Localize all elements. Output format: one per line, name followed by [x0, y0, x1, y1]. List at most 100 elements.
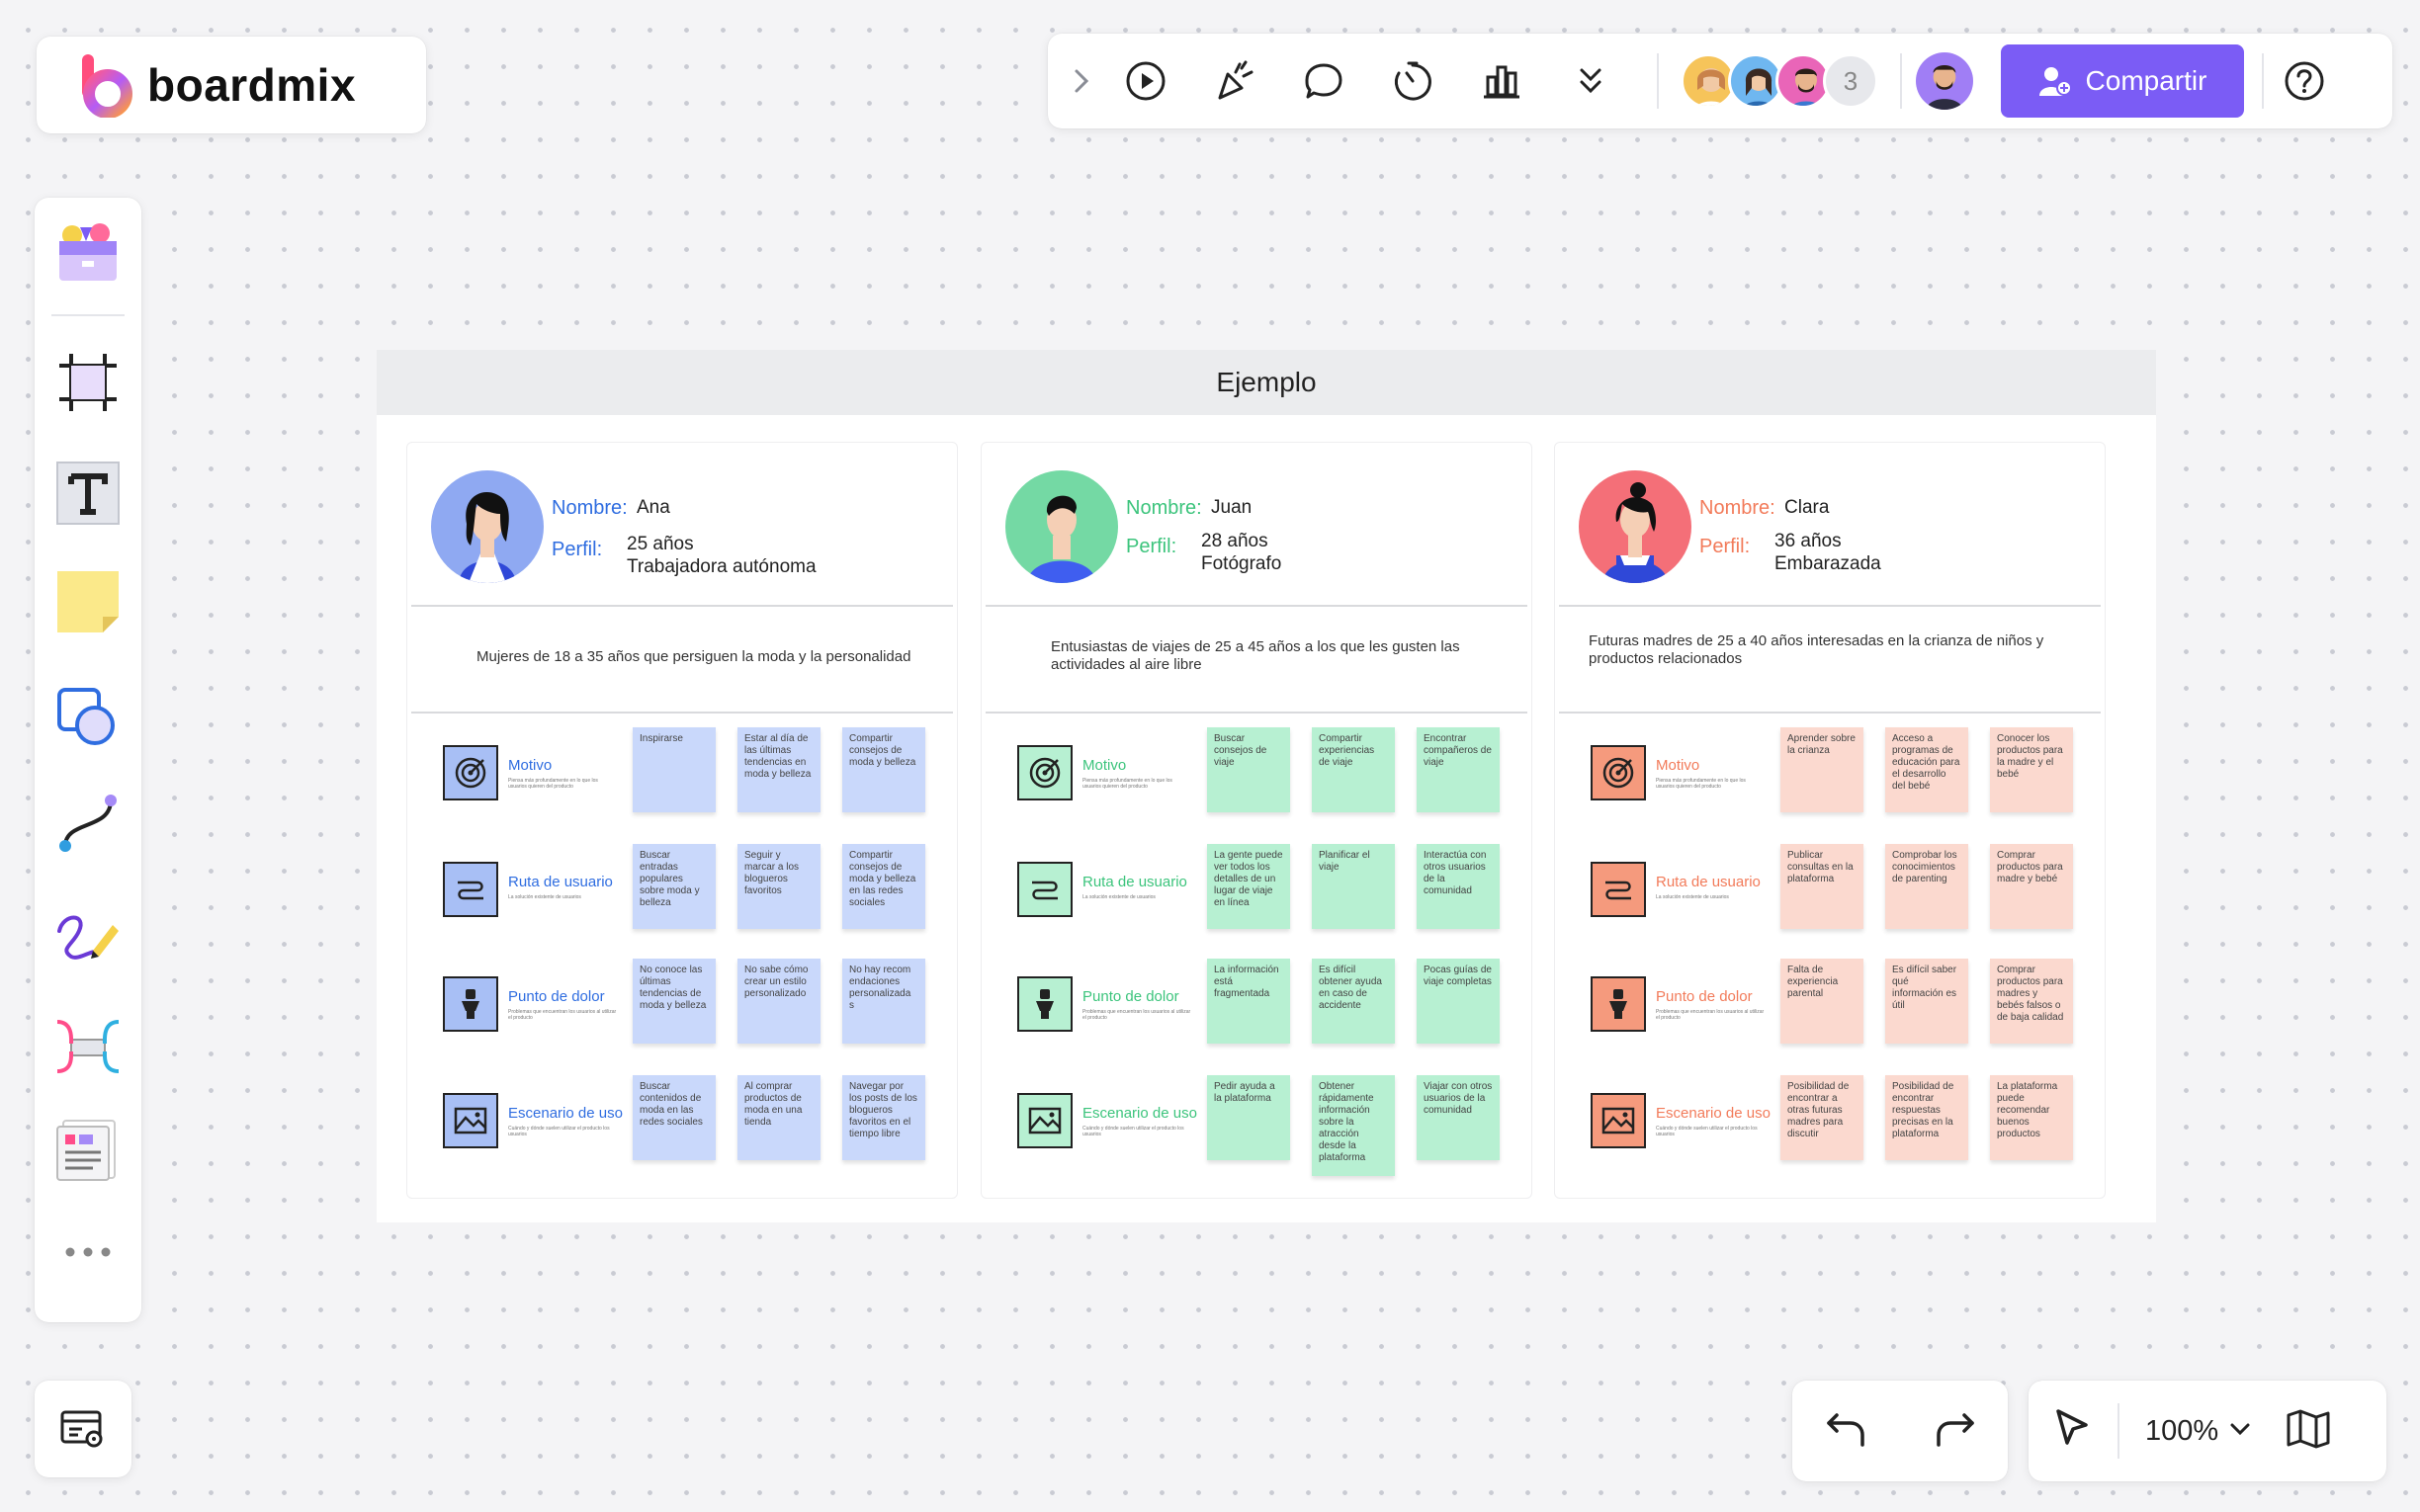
- persona-card[interactable]: Nombre: Clara Perfil: 36 años Embarazada Futu…: [1554, 442, 2106, 1199]
- sticky-note[interactable]: No conoce las últimas tendencias de moda…: [633, 959, 716, 1044]
- persona-card[interactable]: Nombre: Ana Perfil: 25 años Trabajadora autó…: [406, 442, 958, 1199]
- board-settings-button[interactable]: [35, 1381, 131, 1477]
- row-subtitle: Cuándo y dónde suelen utilizar el produc…: [1656, 1126, 1758, 1137]
- sticky-note[interactable]: La gente puede ver todos los detalles de…: [1207, 844, 1290, 929]
- help-button[interactable]: [2278, 46, 2331, 116]
- sticky-note[interactable]: Inspirarse: [633, 727, 716, 812]
- top-toolbar: 3 Compartir: [1048, 34, 2392, 128]
- comment-button[interactable]: [1279, 46, 1368, 116]
- sticky-note[interactable]: Interactúa con otros usuarios de la comu…: [1417, 844, 1500, 929]
- persona-profile-role: Fotógrafo: [1201, 553, 1282, 574]
- persona-description: Futuras madres de 25 a 40 años interesad…: [1559, 609, 2101, 714]
- sticky-note[interactable]: Comprobar los conocimientos de parenting: [1885, 844, 1968, 929]
- shape-tool[interactable]: [35, 684, 141, 749]
- sticky-note[interactable]: Compartir experiencias de viaje: [1312, 727, 1395, 812]
- sticky-note-icon: [57, 571, 119, 632]
- sticky-note[interactable]: La información está fragmentada: [1207, 959, 1290, 1044]
- sticky-note[interactable]: Pocas guías de viaje completas: [1417, 959, 1500, 1044]
- persona-header: Nombre: Clara Perfil: 36 años Embarazada: [1559, 443, 2101, 607]
- sticky-note[interactable]: La plataforma puede recomendar buenos pr…: [1990, 1075, 2073, 1160]
- profile-label: Perfil:: [552, 539, 603, 560]
- present-button[interactable]: [1101, 46, 1190, 116]
- map-icon: [2287, 1409, 2330, 1448]
- logo[interactable]: boardmix: [37, 37, 426, 133]
- description-text: Futuras madres de 25 a 40 años interesad…: [1589, 632, 2044, 667]
- scenario-icon: [1601, 1107, 1635, 1134]
- collapse-toolbar-button[interactable]: [1062, 46, 1101, 116]
- sticky-note[interactable]: Compartir consejos de moda y belleza en …: [842, 844, 925, 929]
- sticky-note[interactable]: Obtener rápidamente información sobre la…: [1312, 1075, 1395, 1176]
- row-title: Ruta de usuario: [508, 874, 613, 890]
- sticky-note[interactable]: Buscar contenidos de moda en las redes s…: [633, 1075, 716, 1160]
- sticky-note[interactable]: Acceso a programas de educación para el …: [1885, 727, 1968, 812]
- zoom-dropdown[interactable]: [2228, 1421, 2252, 1442]
- row-title: Escenario de uso: [508, 1105, 623, 1122]
- sticky-note[interactable]: Al comprar productos de moda en una tien…: [737, 1075, 821, 1160]
- row-subtitle: Piensa más profundamente en lo que los u…: [1656, 778, 1746, 790]
- pen-tool[interactable]: [35, 901, 141, 970]
- document-tool[interactable]: [35, 1115, 141, 1184]
- more-tools-button[interactable]: [1546, 46, 1635, 116]
- sticky-note[interactable]: Conocer los productos para la madre y el…: [1990, 727, 2073, 812]
- toolbar-divider: [1900, 53, 1902, 109]
- timer-button[interactable]: [1368, 46, 1457, 116]
- frame-tool[interactable]: [35, 352, 141, 413]
- templates-tool[interactable]: [35, 219, 141, 287]
- row-icon-box: [1017, 1093, 1073, 1148]
- sticky-note[interactable]: Navegar por los posts de los blogueros f…: [842, 1075, 925, 1160]
- row-icon-box: [1017, 745, 1073, 800]
- zoom-level[interactable]: 100%: [2145, 1415, 2218, 1448]
- profile-label: Perfil:: [1699, 536, 1751, 557]
- sticky-note[interactable]: Compartir consejos de moda y belleza: [842, 727, 925, 812]
- sticky-note[interactable]: Posibilidad de encontrar respuestas prec…: [1885, 1075, 1968, 1160]
- sticky-note[interactable]: Estar al día de las últimas tendencias e…: [737, 727, 821, 812]
- sticky-note[interactable]: Aprender sobre la crianza: [1780, 727, 1863, 812]
- persona-card[interactable]: Nombre: Juan Perfil: 28 años Fotógrafo Entusi…: [981, 442, 1532, 1199]
- collaborators[interactable]: 3: [1681, 53, 1878, 109]
- undo-button[interactable]: [1825, 1407, 1868, 1456]
- sticky-note[interactable]: Es difícil obtener ayuda en caso de acci…: [1312, 959, 1395, 1044]
- connector-tool[interactable]: [35, 791, 141, 856]
- sticky-note[interactable]: Planificar el viaje: [1312, 844, 1395, 929]
- sticky-note[interactable]: Comprar productos para madre y bebé: [1990, 844, 2073, 929]
- celebrate-button[interactable]: [1190, 46, 1279, 116]
- chevron-right-icon: [1075, 69, 1089, 93]
- minimap-button[interactable]: [2286, 1409, 2331, 1454]
- redo-button[interactable]: [1933, 1407, 1976, 1456]
- sticky-note[interactable]: Posibilidad de encontrar a otras futuras…: [1780, 1075, 1863, 1160]
- example-board[interactable]: Ejemplo Nombre: Ana Perfil: 25 años Trabajad…: [377, 350, 2156, 1222]
- current-user-avatar[interactable]: [1916, 52, 1973, 110]
- sticky-note[interactable]: Seguir y marcar a los blogueros favorito…: [737, 844, 821, 929]
- sticky-note[interactable]: Pedir ayuda a la plataforma: [1207, 1075, 1290, 1160]
- persona-profile-role: Embarazada: [1774, 553, 1881, 574]
- row-icon-box: [1017, 862, 1073, 917]
- profile-label: Perfil:: [1126, 536, 1177, 557]
- sticky-note[interactable]: Comprar productos para madres y bebés fa…: [1990, 959, 2073, 1044]
- sticky-note[interactable]: Publicar consultas en la plataforma: [1780, 844, 1863, 929]
- row-icon-box: [443, 1093, 498, 1148]
- sticky-note[interactable]: Falta de experiencia parental: [1780, 959, 1863, 1044]
- share-button[interactable]: Compartir: [2001, 44, 2244, 118]
- celebrate-icon: [1218, 60, 1253, 100]
- route-icon: [458, 881, 483, 900]
- sticky-note[interactable]: Buscar entradas populares sobre moda y b…: [633, 844, 716, 929]
- text-tool[interactable]: [35, 459, 141, 528]
- name-label: Nombre:: [1126, 497, 1202, 519]
- sticky-note-tool[interactable]: [35, 569, 141, 634]
- mindmap-tool[interactable]: [35, 1012, 141, 1081]
- persona-avatar: [1005, 470, 1118, 583]
- sticky-note[interactable]: Viajar con otros usuarios de la comunida…: [1417, 1075, 1500, 1160]
- pen-icon: [57, 915, 119, 960]
- sticky-note[interactable]: No sabe cómo crear un estilo personaliza…: [737, 959, 821, 1044]
- templates-icon: [59, 223, 117, 281]
- more-collaborators-count[interactable]: 3: [1823, 53, 1878, 109]
- select-tool-button[interactable]: [2052, 1407, 2092, 1456]
- vote-button[interactable]: [1457, 46, 1546, 116]
- sticky-note[interactable]: Encontrar compañeros de viaje: [1417, 727, 1500, 812]
- sticky-note[interactable]: Buscar consejos de viaje: [1207, 727, 1290, 812]
- sticky-note[interactable]: No hay recom endaciones personalizada s: [842, 959, 925, 1044]
- row-icon-box: [443, 976, 498, 1032]
- more-tools-button[interactable]: [35, 1245, 141, 1259]
- sticky-note[interactable]: Es difícil saber qué información es útil: [1885, 959, 1968, 1044]
- row-title: Escenario de uso: [1082, 1105, 1197, 1122]
